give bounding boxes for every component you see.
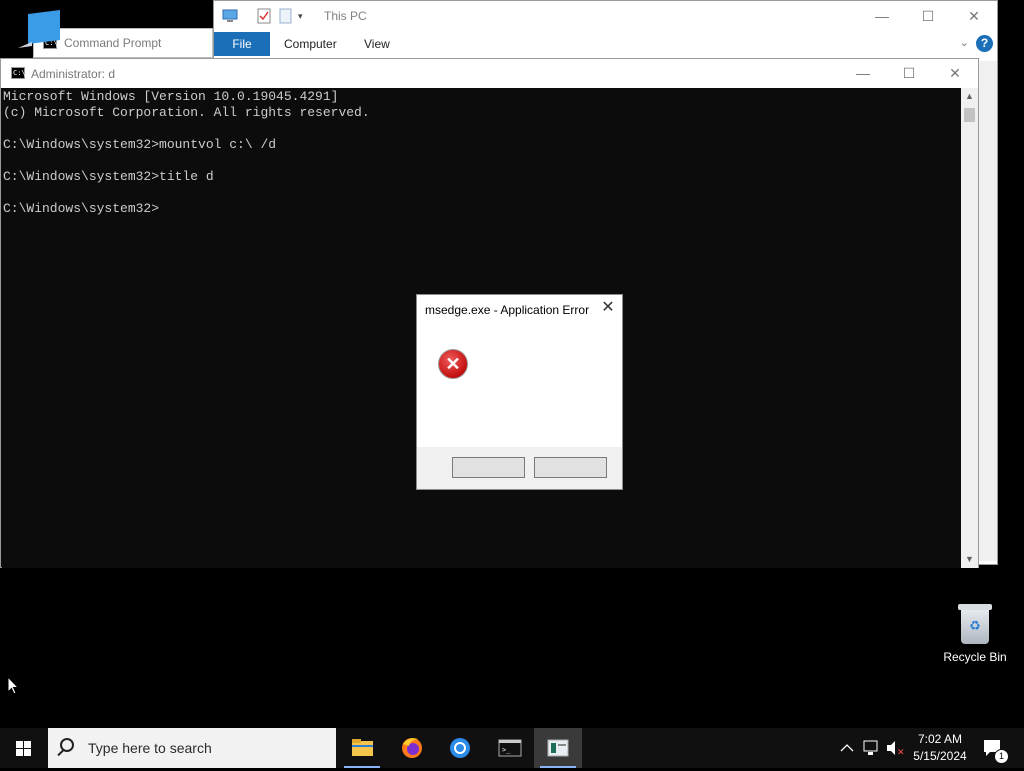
search-icon [60, 738, 74, 752]
scroll-up-icon[interactable]: ▲ [961, 88, 978, 105]
explorer-titlebar[interactable]: ▾ This PC — ☐ ✕ [214, 1, 997, 31]
minimize-button[interactable]: — [840, 59, 886, 88]
chevron-up-icon [840, 744, 854, 752]
notification-center-button[interactable]: 1 [980, 728, 1009, 768]
explorer-scrollbar[interactable] [978, 61, 997, 561]
terminal-icon: >_ [498, 739, 522, 757]
network-icon[interactable] [860, 728, 882, 768]
tab-computer[interactable]: Computer [284, 32, 337, 56]
firefox-icon [402, 738, 422, 758]
computer-icon [222, 8, 238, 24]
properties-icon[interactable] [256, 8, 272, 24]
console-text: Microsoft Windows [Version 10.0.19045.42… [2, 88, 962, 218]
console-titlebar[interactable]: C:\ Administrator: d — ☐ ✕ [1, 59, 978, 88]
scroll-thumb[interactable] [964, 108, 975, 122]
scroll-down-icon[interactable]: ▼ [961, 551, 978, 568]
folder-icon [352, 739, 373, 756]
clock-date: 5/15/2024 [913, 749, 967, 763]
taskbar-file-explorer[interactable] [338, 728, 386, 768]
show-hidden-icons-button[interactable] [838, 728, 856, 768]
tab-file[interactable]: File [214, 32, 270, 56]
clock-time: 7:02 AM [917, 732, 963, 746]
explorer-title: This PC [324, 9, 367, 23]
desktop-this-pc-icon[interactable] [18, 10, 60, 50]
svg-text:>_: >_ [502, 746, 511, 754]
recycle-bin[interactable]: ♻ Recycle Bin [940, 600, 1010, 664]
application-error-dialog[interactable]: msedge.exe - Application Error ✕ ✕ [416, 294, 623, 490]
console-scrollbar[interactable]: ▲ ▼ [961, 88, 978, 568]
taskbar-active-app[interactable] [534, 728, 582, 768]
command-prompt-window[interactable]: C:\ Command Prompt [33, 28, 213, 58]
minimize-button[interactable]: — [859, 1, 905, 31]
taskbar-command-prompt[interactable]: >_ [486, 728, 534, 768]
dialog-footer [417, 447, 622, 489]
notification-badge: 1 [994, 749, 1009, 764]
dialog-close-button[interactable]: ✕ [600, 300, 616, 316]
console-line: C:\Windows\system32>mountvol c:\ /d [3, 137, 277, 152]
svg-text:✕: ✕ [897, 748, 905, 758]
console-line: C:\Windows\system32>title d [3, 169, 214, 184]
volume-muted-icon[interactable]: ✕ [884, 728, 906, 768]
search-placeholder: Type here to search [88, 740, 212, 756]
chrome-icon [450, 738, 470, 758]
new-folder-icon[interactable] [278, 8, 294, 24]
taskbar-search-box[interactable]: Type here to search [48, 728, 336, 768]
close-button[interactable]: ✕ [932, 59, 978, 88]
taskbar: Type here to search >_ ✕ 7:02 AM 5/15/20… [0, 728, 1024, 768]
windows-logo-icon [16, 741, 23, 748]
mouse-cursor-icon [7, 675, 20, 698]
taskbar-chrome[interactable] [436, 728, 484, 768]
taskbar-firefox[interactable] [388, 728, 436, 768]
command-prompt-title: Command Prompt [64, 36, 162, 50]
ribbon: File Computer View ⌄ ? [214, 31, 997, 57]
system-clock[interactable]: 7:02 AM 5/15/2024 [905, 731, 975, 765]
dialog-ok-button[interactable] [452, 457, 525, 478]
help-button[interactable]: ? [976, 35, 993, 52]
start-button[interactable] [0, 728, 48, 768]
console-line: (c) Microsoft Corporation. All rights re… [3, 105, 370, 120]
console-title: Administrator: d [31, 67, 116, 81]
chevron-down-icon[interactable]: ⌄ [960, 36, 969, 49]
recycle-bin-label: Recycle Bin [943, 650, 1007, 664]
dialog-title: msedge.exe - Application Error [425, 303, 590, 317]
recycle-bin-icon: ♻ [958, 604, 992, 644]
tab-view[interactable]: View [364, 32, 390, 56]
console-line: Microsoft Windows [Version 10.0.19045.42… [3, 89, 339, 104]
dialog-cancel-button[interactable] [534, 457, 607, 478]
error-icon: ✕ [438, 349, 468, 379]
quick-access-dropdown-icon[interactable]: ▾ [298, 8, 314, 24]
console-prompt-line[interactable]: C:\Windows\system32> [3, 201, 159, 216]
maximize-button[interactable]: ☐ [905, 1, 951, 31]
close-button[interactable]: ✕ [951, 1, 997, 31]
application-window-icon [547, 739, 569, 757]
maximize-button[interactable]: ☐ [886, 59, 932, 88]
cmd-icon: C:\ [11, 67, 26, 79]
